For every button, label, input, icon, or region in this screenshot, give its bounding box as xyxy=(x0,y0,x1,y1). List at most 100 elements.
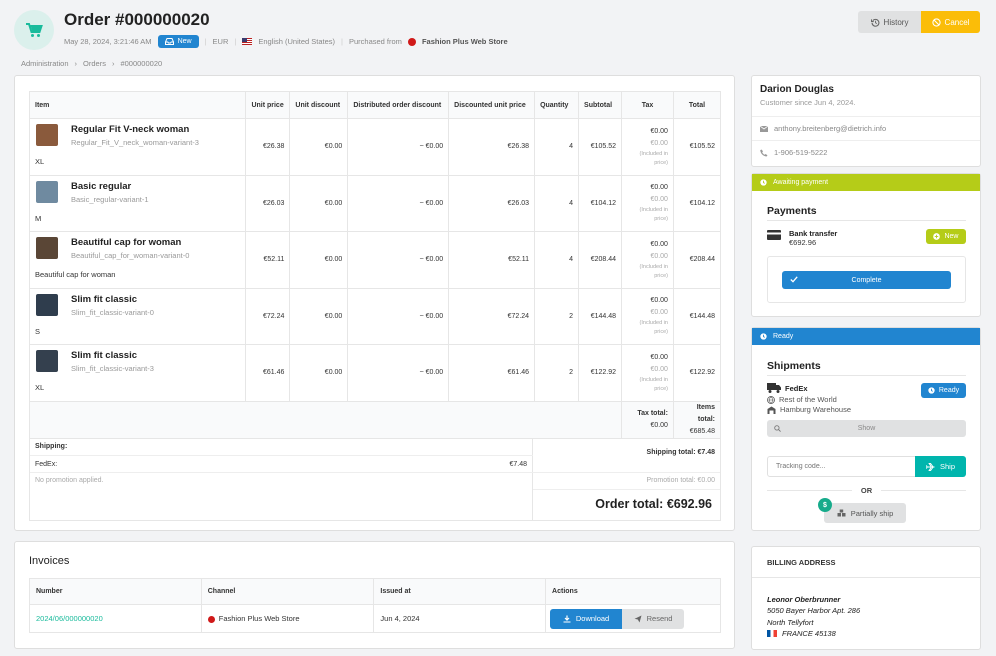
tax-value: €0.00 xyxy=(650,353,668,361)
items-total-label: Items total: xyxy=(696,403,715,423)
breadcrumb: Administration › Orders › #000000020 xyxy=(21,59,162,68)
breadcrumb-current: #000000020 xyxy=(120,59,163,68)
channel-color-icon xyxy=(407,37,416,46)
invoices-table: Number Channel Issued at Actions 2024/06… xyxy=(29,578,721,633)
customer-name[interactable]: Darion Douglas xyxy=(760,84,834,95)
col-item: Item xyxy=(28,91,247,119)
shipment-state-badge: Ready xyxy=(921,383,966,398)
invoice-number-link[interactable]: 2024/06/000000020 xyxy=(29,604,202,633)
billing-address-card: BILLING ADDRESS Leonor Oberbrunner 5050 … xyxy=(751,546,981,650)
order-date: May 28, 2024, 3:21:46 AM xyxy=(64,37,152,46)
quantity: 2 xyxy=(534,287,580,345)
table-header-row: Item Unit price Unit discount Distribute… xyxy=(28,91,722,119)
table-row: Regular Fit V-neck woman Regular_Fit_V_ne… xyxy=(28,118,722,176)
customer-card: Darion Douglas Customer since Jun 4, 202… xyxy=(751,75,981,167)
product-name: Slim fit classic xyxy=(71,293,138,305)
clock-icon xyxy=(760,333,767,340)
resend-button[interactable]: Resend xyxy=(622,608,685,629)
item-cell: Beautiful cap for woman Beautiful_cap_for… xyxy=(28,231,247,289)
tax-included-note: (Included in price) xyxy=(639,376,668,392)
billing-name: Leonor Oberbrunner xyxy=(767,595,841,604)
row-total: €122.92 xyxy=(672,344,722,402)
quantity: 4 xyxy=(534,231,580,289)
chevron-right-icon: › xyxy=(111,59,115,68)
partial-ship-button[interactable]: Partially ship xyxy=(824,503,906,523)
shipping-zone: Rest of the World xyxy=(779,395,837,404)
payment-method: Bank transfer xyxy=(789,229,838,238)
col-actions: Actions xyxy=(545,578,721,605)
customer-email[interactable]: anthony.breitenberg@dietrich.info xyxy=(774,124,886,133)
divider: | xyxy=(204,37,207,46)
show-shipment-button[interactable]: Show xyxy=(767,420,966,437)
col-discounted-unit-price: Discounted unit price xyxy=(448,91,536,119)
payments-card: Awaiting payment Payments Bank transfer … xyxy=(751,173,981,317)
discounted-unit-price: €61.46 xyxy=(448,344,536,402)
phone-icon xyxy=(760,149,768,156)
divider xyxy=(533,488,720,490)
cancel-label: Cancel xyxy=(944,17,970,27)
shipments-card: Ready Shipments FedEx Rest of the World … xyxy=(751,327,981,531)
col-total: Total xyxy=(672,91,722,119)
us-flag-icon xyxy=(242,38,253,45)
divider xyxy=(752,577,980,578)
tax-total-label: Tax total: xyxy=(637,409,668,417)
divider xyxy=(767,375,966,376)
complete-payment-button[interactable]: Complete xyxy=(782,271,951,289)
payment-state-label: Awaiting payment xyxy=(773,179,829,186)
unit-price: €72.24 xyxy=(245,287,291,345)
items-table-wrap: Item Unit price Unit discount Distribute… xyxy=(28,91,722,521)
ship-button[interactable]: Ship xyxy=(915,456,966,477)
tracking-code-input[interactable] xyxy=(767,456,916,477)
divider xyxy=(752,140,980,141)
tax: €0.00 €0.00 (Included in price) xyxy=(621,287,674,345)
product-name: Basic regular xyxy=(71,180,132,192)
cancel-button[interactable]: Cancel xyxy=(921,11,980,33)
product-thumbnail xyxy=(36,124,58,146)
shipping-zone-row: Rest of the World xyxy=(767,395,837,404)
col-number: Number xyxy=(29,578,202,605)
item-cell: Regular Fit V-neck woman Regular_Fit_V_ne… xyxy=(28,118,247,176)
history-button[interactable]: History xyxy=(858,11,921,33)
history-label: History xyxy=(883,17,909,27)
download-button[interactable]: Download xyxy=(550,608,623,629)
header-actions: History Cancel xyxy=(858,11,980,33)
globe-icon xyxy=(767,395,775,404)
tax-included-note: (Included in price) xyxy=(639,263,668,279)
breadcrumb-administration[interactable]: Administration xyxy=(21,59,69,68)
tax-included-note: (Included in price) xyxy=(639,150,668,166)
or-divider-label: OR xyxy=(852,486,881,495)
quantity: 4 xyxy=(534,174,580,232)
invoice-channel-name: Fashion Plus Web Store xyxy=(218,614,300,623)
shipments-heading: Shipments xyxy=(767,360,821,372)
warehouse-name: Hamburg Warehouse xyxy=(780,405,852,414)
product-option: M xyxy=(35,213,42,223)
ship-label: Ship xyxy=(939,462,955,471)
invoices-panel: Invoices Number Channel Issued at Action… xyxy=(14,541,735,649)
promotion-total: Promotion total: €0.00 xyxy=(646,476,716,484)
product-thumbnail xyxy=(36,350,58,372)
customer-since: Customer since Jun 4, 2024. xyxy=(760,98,856,107)
invoices-heading: Invoices xyxy=(29,555,70,567)
send-icon xyxy=(634,615,642,622)
breadcrumb-orders[interactable]: Orders xyxy=(83,59,106,68)
resend-label: Resend xyxy=(646,614,673,623)
billing-city: North Tellyfort xyxy=(767,618,814,627)
subtotal: €104.12 xyxy=(578,174,623,232)
col-issued-at: Issued at xyxy=(373,578,547,605)
totals-spacer xyxy=(28,400,623,439)
shipment-state-label: Ready xyxy=(773,333,794,340)
product-variant-code: Slim_fit_classic-variant-3 xyxy=(71,364,154,373)
row-total: €144.48 xyxy=(672,287,722,345)
unit-discount: €0.00 xyxy=(289,118,349,176)
product-thumbnail xyxy=(36,293,58,316)
invoice-actions: Download Resend xyxy=(545,604,721,633)
download-label: Download xyxy=(575,614,610,623)
order-items-panel: Item Unit price Unit discount Distribute… xyxy=(14,75,735,531)
payment-state-badge: New xyxy=(926,229,966,244)
unit-price: €52.11 xyxy=(245,231,291,289)
discounted-unit-price: €26.38 xyxy=(448,118,536,176)
unit-price: €61.46 xyxy=(245,344,291,402)
billing-heading: BILLING ADDRESS xyxy=(767,558,836,567)
customer-email-row: anthony.breitenberg@dietrich.info xyxy=(760,124,886,133)
payment-transition-box: Complete xyxy=(767,256,966,303)
